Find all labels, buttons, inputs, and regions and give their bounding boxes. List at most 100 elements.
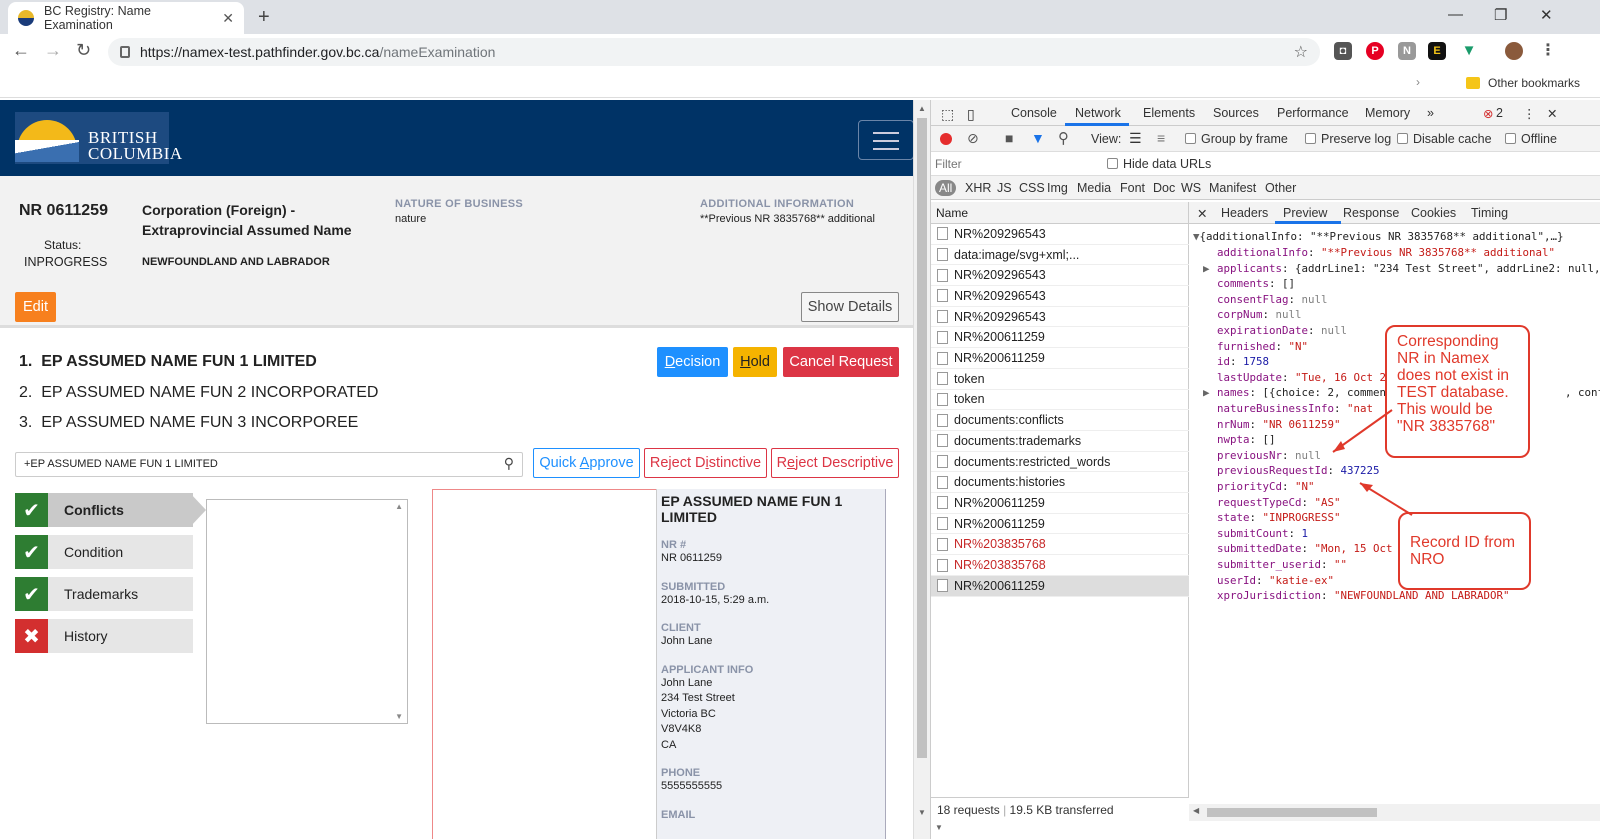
json-property[interactable]: submittedDate: "Mon, 15 Oct [1203, 542, 1393, 555]
request-row[interactable]: documents:trademarks [931, 431, 1189, 452]
check-history[interactable]: ✖ History [15, 619, 193, 653]
pinterest-extension-icon[interactable]: P [1366, 42, 1384, 60]
quick-approve-button[interactable]: Quick Approve [533, 448, 640, 478]
camera-icon[interactable]: ■ [1005, 130, 1013, 146]
page-scrollbar-thumb[interactable] [917, 118, 927, 758]
json-property[interactable]: userId: "katie-ex" [1203, 574, 1334, 587]
json-property[interactable]: state: "INPROGRESS" [1203, 511, 1341, 524]
expand-triangle-icon[interactable]: ▶ [1203, 262, 1217, 275]
request-row[interactable]: data:image/svg+xml;... [931, 245, 1189, 266]
forward-icon[interactable]: → [44, 40, 62, 61]
json-property[interactable]: expirationDate: null [1203, 324, 1347, 337]
type-filter-ws[interactable]: WS [1181, 181, 1201, 195]
json-property[interactable]: submitCount: 1 [1203, 527, 1308, 540]
restore-icon[interactable]: ❐ [1494, 6, 1507, 24]
minimize-icon[interactable]: — [1448, 6, 1463, 23]
type-filter-css[interactable]: CSS [1019, 181, 1045, 195]
json-property[interactable]: xproJurisdiction: "NEWFOUNDLAND AND LABR… [1203, 589, 1510, 602]
request-row[interactable]: NR%200611259 [931, 575, 1189, 597]
tab-cookies[interactable]: Cookies [1411, 206, 1456, 220]
type-filter-doc[interactable]: Doc [1153, 181, 1175, 195]
preview-hscrollbar-thumb[interactable] [1207, 808, 1377, 817]
json-property[interactable]: nwpta: [] [1203, 433, 1276, 446]
pocket-extension-icon[interactable]: ◘ [1334, 42, 1352, 60]
request-row[interactable]: NR%209296543 [931, 224, 1189, 245]
tab-performance[interactable]: Performance [1277, 106, 1349, 120]
cancel-request-button[interactable]: Cancel Request [783, 347, 899, 377]
request-row[interactable]: token [931, 369, 1189, 390]
page-scrollbar[interactable]: ▲ ▼ [913, 100, 930, 839]
request-row[interactable]: NR%200611259 [931, 514, 1189, 535]
reject-descriptive-button[interactable]: Reject Descriptive [771, 448, 899, 478]
tab-sources[interactable]: Sources [1213, 106, 1259, 120]
back-icon[interactable]: ← [12, 40, 30, 61]
tab-elements[interactable]: Elements [1143, 106, 1195, 120]
bookmark-star-icon[interactable]: ☆ [1294, 42, 1308, 62]
check-condition[interactable]: ✔ Condition [15, 535, 193, 569]
close-window-icon[interactable]: ✕ [1540, 6, 1553, 24]
type-filter-img[interactable]: Img [1047, 181, 1068, 195]
request-row[interactable]: documents:restricted_words [931, 452, 1189, 473]
preview-hscrollbar[interactable]: ◀ [1189, 804, 1600, 821]
address-bar[interactable]: https://namex-test.pathfinder.gov.bc.ca /… [108, 38, 1320, 66]
json-property[interactable]: previousRequestId: 437225 [1203, 464, 1380, 477]
request-row[interactable]: NR%200611259 [931, 328, 1189, 349]
tab-preview[interactable]: Preview [1283, 206, 1327, 220]
name-choice-3[interactable]: 3. EP ASSUMED NAME FUN 3 INCORPOREE [19, 414, 358, 432]
filter-input[interactable] [935, 155, 1095, 173]
name-choice-2[interactable]: 2. EP ASSUMED NAME FUN 2 INCORPORATED [19, 384, 378, 402]
tab-memory[interactable]: Memory [1365, 106, 1410, 120]
group-by-frame-checkbox[interactable]: Group by frame [1185, 132, 1288, 146]
clear-icon[interactable]: ⊘ [967, 130, 979, 147]
check-conflicts[interactable]: ✔ Conflicts [15, 493, 193, 527]
json-property[interactable]: natureBusinessInfo: "nat [1203, 402, 1373, 415]
scroll-down-icon[interactable]: ▼ [935, 823, 943, 832]
extension-e-icon[interactable]: E [1428, 42, 1446, 60]
conflict-list[interactable]: ▲ ▼ [206, 499, 408, 724]
disable-cache-checkbox[interactable]: Disable cache [1397, 132, 1492, 146]
scroll-down-icon[interactable]: ▼ [395, 712, 403, 721]
bc-logo[interactable]: BRITISH COLUMBIA [15, 112, 182, 164]
request-row[interactable]: NR%203835768 [931, 535, 1189, 556]
tab-console[interactable]: Console [1011, 106, 1057, 120]
json-property[interactable]: corpNum: null [1203, 308, 1302, 321]
request-list-scroll[interactable]: ▼ [931, 821, 1189, 839]
waterfall-view-icon[interactable]: ≡ [1157, 130, 1165, 146]
type-filter-all[interactable]: All [935, 180, 957, 196]
error-icon[interactable]: ⊗ [1483, 106, 1493, 121]
type-filter-manifest[interactable]: Manifest [1209, 181, 1256, 195]
json-property[interactable]: priorityCd: "N" [1203, 480, 1315, 493]
request-row[interactable]: NR%209296543 [931, 286, 1189, 307]
offline-checkbox[interactable]: Offline [1505, 132, 1557, 146]
name-search-input[interactable]: +EP ASSUMED NAME FUN 1 LIMITED ⚲ [15, 452, 523, 477]
json-property[interactable]: lastUpdate: "Tue, 16 Oct 2 [1203, 371, 1386, 384]
tab-response[interactable]: Response [1343, 206, 1399, 220]
request-row[interactable]: NR%200611259 [931, 493, 1189, 514]
request-row[interactable]: NR%203835768 [931, 555, 1189, 576]
close-devtools-icon[interactable]: ✕ [1547, 106, 1557, 121]
type-filter-other[interactable]: Other [1265, 181, 1296, 195]
devtools-menu-icon[interactable]: ⋮ [1523, 106, 1536, 121]
edit-button[interactable]: Edit [15, 292, 56, 322]
expand-triangle-icon[interactable]: ▶ [1203, 386, 1217, 399]
device-toolbar-icon[interactable]: ▯ [967, 106, 975, 123]
request-row[interactable]: documents:conflicts [931, 410, 1189, 431]
check-trademarks[interactable]: ✔ Trademarks [15, 577, 193, 611]
show-details-button[interactable]: Show Details [801, 292, 899, 322]
more-tabs-icon[interactable]: » [1427, 106, 1434, 120]
new-tab-icon[interactable]: + [258, 6, 270, 29]
json-property[interactable]: previousNr: null [1203, 449, 1321, 462]
search-icon[interactable]: ⚲ [504, 455, 514, 472]
inspect-element-icon[interactable]: ⬚ [941, 106, 954, 123]
type-filter-media[interactable]: Media [1077, 181, 1111, 195]
vue-extension-icon[interactable]: ▼ [1460, 42, 1478, 60]
record-icon[interactable] [940, 133, 952, 145]
close-tab-icon[interactable]: ✕ [222, 10, 234, 27]
json-property[interactable]: comments: [] [1203, 277, 1295, 290]
list-view-icon[interactable]: ☰ [1129, 130, 1142, 147]
request-row[interactable]: NR%200611259 [931, 348, 1189, 369]
type-filter-js[interactable]: JS [997, 181, 1012, 195]
json-property[interactable]: nrNum: "NR 0611259" [1203, 418, 1341, 431]
hold-button[interactable]: Hold [733, 347, 777, 377]
close-preview-icon[interactable]: ✕ [1197, 206, 1207, 221]
